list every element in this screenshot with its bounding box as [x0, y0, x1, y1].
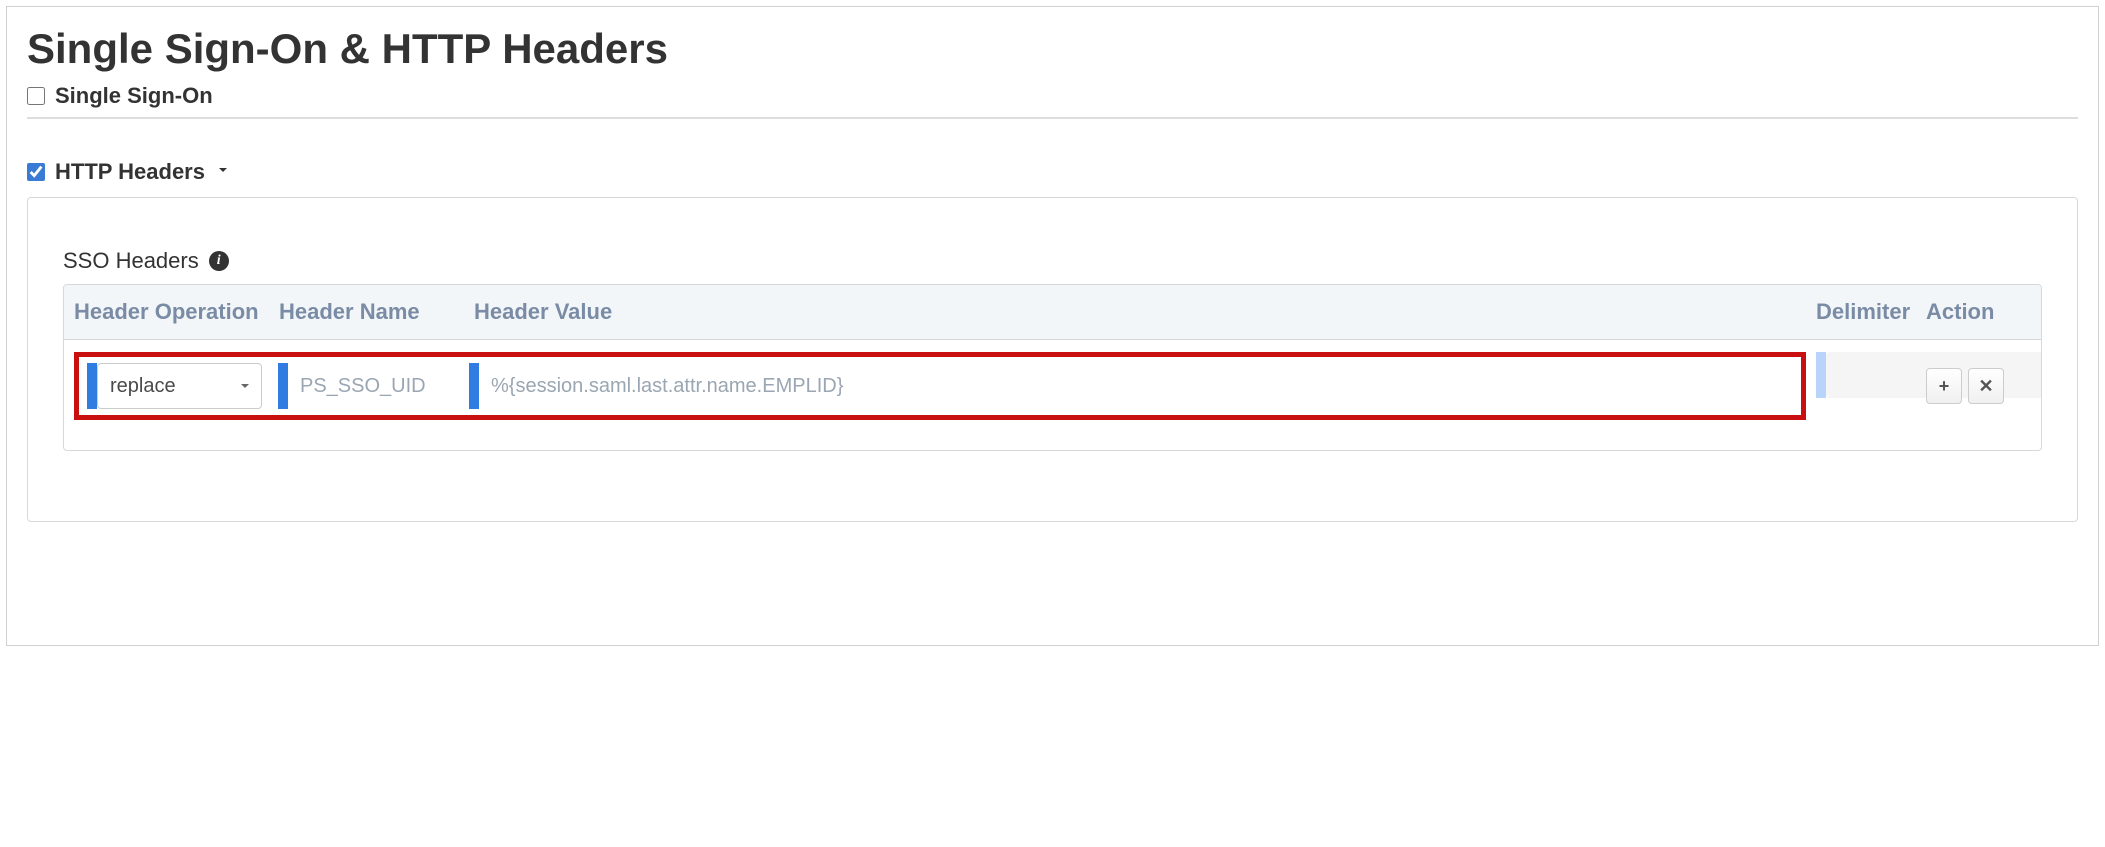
header-value-field — [469, 363, 1793, 409]
sso-checkbox[interactable] — [27, 87, 45, 105]
focus-bar-icon — [469, 363, 479, 409]
http-headers-section-label: HTTP Headers — [55, 159, 205, 185]
header-operation-select[interactable]: replace — [97, 363, 262, 409]
col-header-value: Header Value — [474, 299, 1806, 325]
col-header-operation: Header Operation — [74, 299, 269, 325]
table-row: replace — [64, 340, 2041, 450]
header-operation-field: replace — [87, 363, 262, 409]
info-icon[interactable]: i — [209, 251, 229, 271]
col-header-delimiter: Delimiter — [1816, 299, 1916, 325]
http-headers-panel: SSO Headers i Header Operation Header Na… — [27, 197, 2078, 522]
section-divider — [27, 117, 2078, 119]
focus-bar-icon — [87, 363, 97, 409]
header-value-input[interactable] — [479, 363, 1793, 409]
table-header-row: Header Operation Header Name Header Valu… — [64, 285, 2041, 340]
remove-row-button[interactable]: ✕ — [1968, 368, 2004, 404]
focus-bar-icon — [1816, 352, 1826, 398]
add-row-button[interactable]: + — [1926, 368, 1962, 404]
header-name-field — [278, 363, 453, 409]
sso-section-label: Single Sign-On — [55, 83, 213, 109]
col-header-action: Action — [1926, 299, 2031, 325]
page-title: Single Sign-On & HTTP Headers — [27, 25, 2078, 73]
delimiter-field — [1816, 352, 1916, 420]
sso-headers-table: Header Operation Header Name Header Valu… — [63, 284, 2042, 451]
sso-headers-title: SSO Headers — [63, 248, 199, 274]
collapse-caret-icon[interactable] — [215, 162, 231, 183]
plus-icon: + — [1939, 376, 1950, 397]
http-headers-checkbox[interactable] — [27, 163, 45, 181]
action-buttons: + ✕ — [1926, 352, 2031, 420]
close-icon: ✕ — [1978, 376, 1993, 397]
http-headers-section-toggle-row: HTTP Headers — [27, 159, 2078, 185]
col-header-name: Header Name — [279, 299, 464, 325]
focus-bar-icon — [278, 363, 288, 409]
highlighted-fields: replace — [74, 352, 1806, 420]
header-name-input[interactable] — [288, 363, 453, 409]
sso-section-toggle-row: Single Sign-On — [27, 83, 2078, 109]
